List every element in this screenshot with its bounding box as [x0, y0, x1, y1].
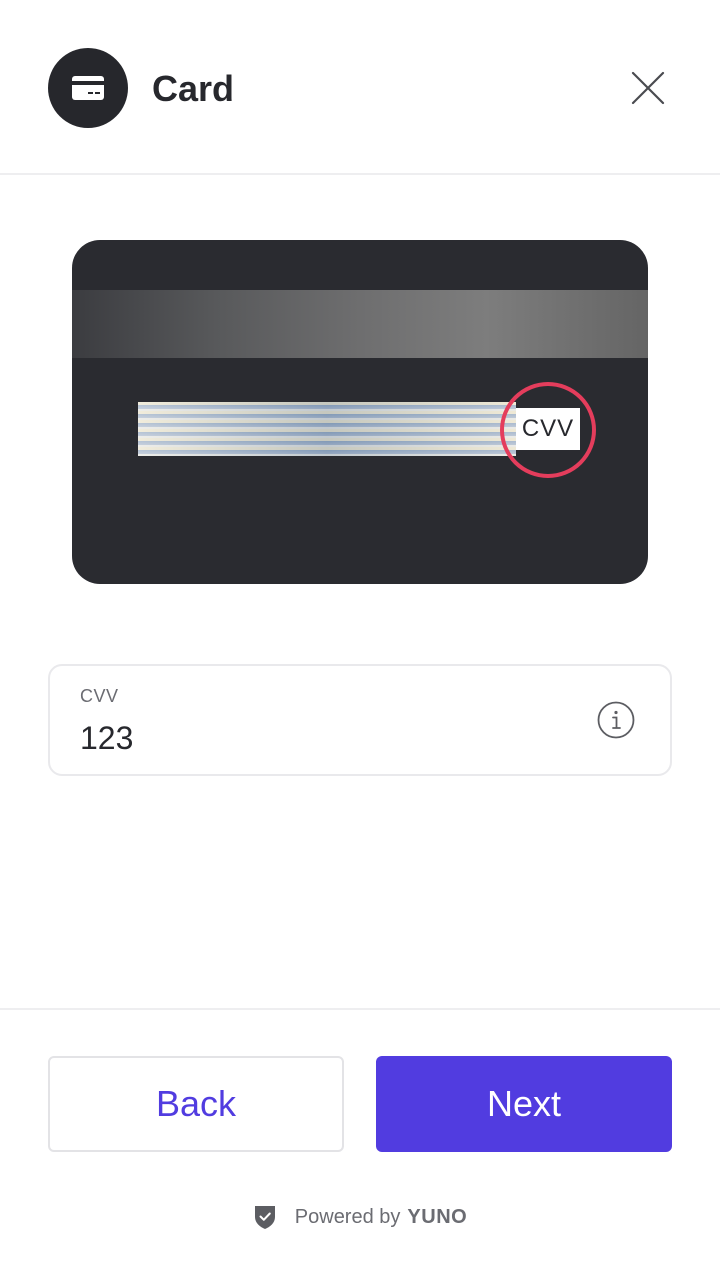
info-icon[interactable]	[596, 700, 636, 740]
back-button[interactable]: Back	[48, 1056, 344, 1152]
yuno-brand: YUNO	[407, 1205, 468, 1228]
payment-sheet: Card CVV CVV Back Next Powered b	[0, 0, 720, 1280]
close-icon[interactable]	[631, 71, 665, 105]
footer-divider	[0, 1008, 720, 1010]
cvv-highlight-ring	[500, 382, 596, 478]
cvv-input[interactable]	[78, 716, 562, 760]
powered-by-text: Powered by	[294, 1205, 401, 1228]
page-title: Card	[152, 68, 235, 109]
cvv-field[interactable]: CVV	[48, 664, 672, 776]
cvv-field-label: CVV	[80, 686, 119, 706]
powered-by: Powered by YUNO	[0, 1200, 720, 1234]
header: Card	[0, 0, 720, 175]
magnetic-stripe	[72, 290, 648, 358]
card-back-illustration: CVV	[72, 240, 648, 584]
next-button[interactable]: Next	[376, 1056, 672, 1152]
credit-card-icon-glyph	[72, 76, 104, 100]
credit-card-icon	[48, 48, 128, 128]
signature-strip	[138, 402, 516, 456]
close-button[interactable]	[624, 64, 672, 112]
shield-check-icon	[254, 1206, 275, 1229]
